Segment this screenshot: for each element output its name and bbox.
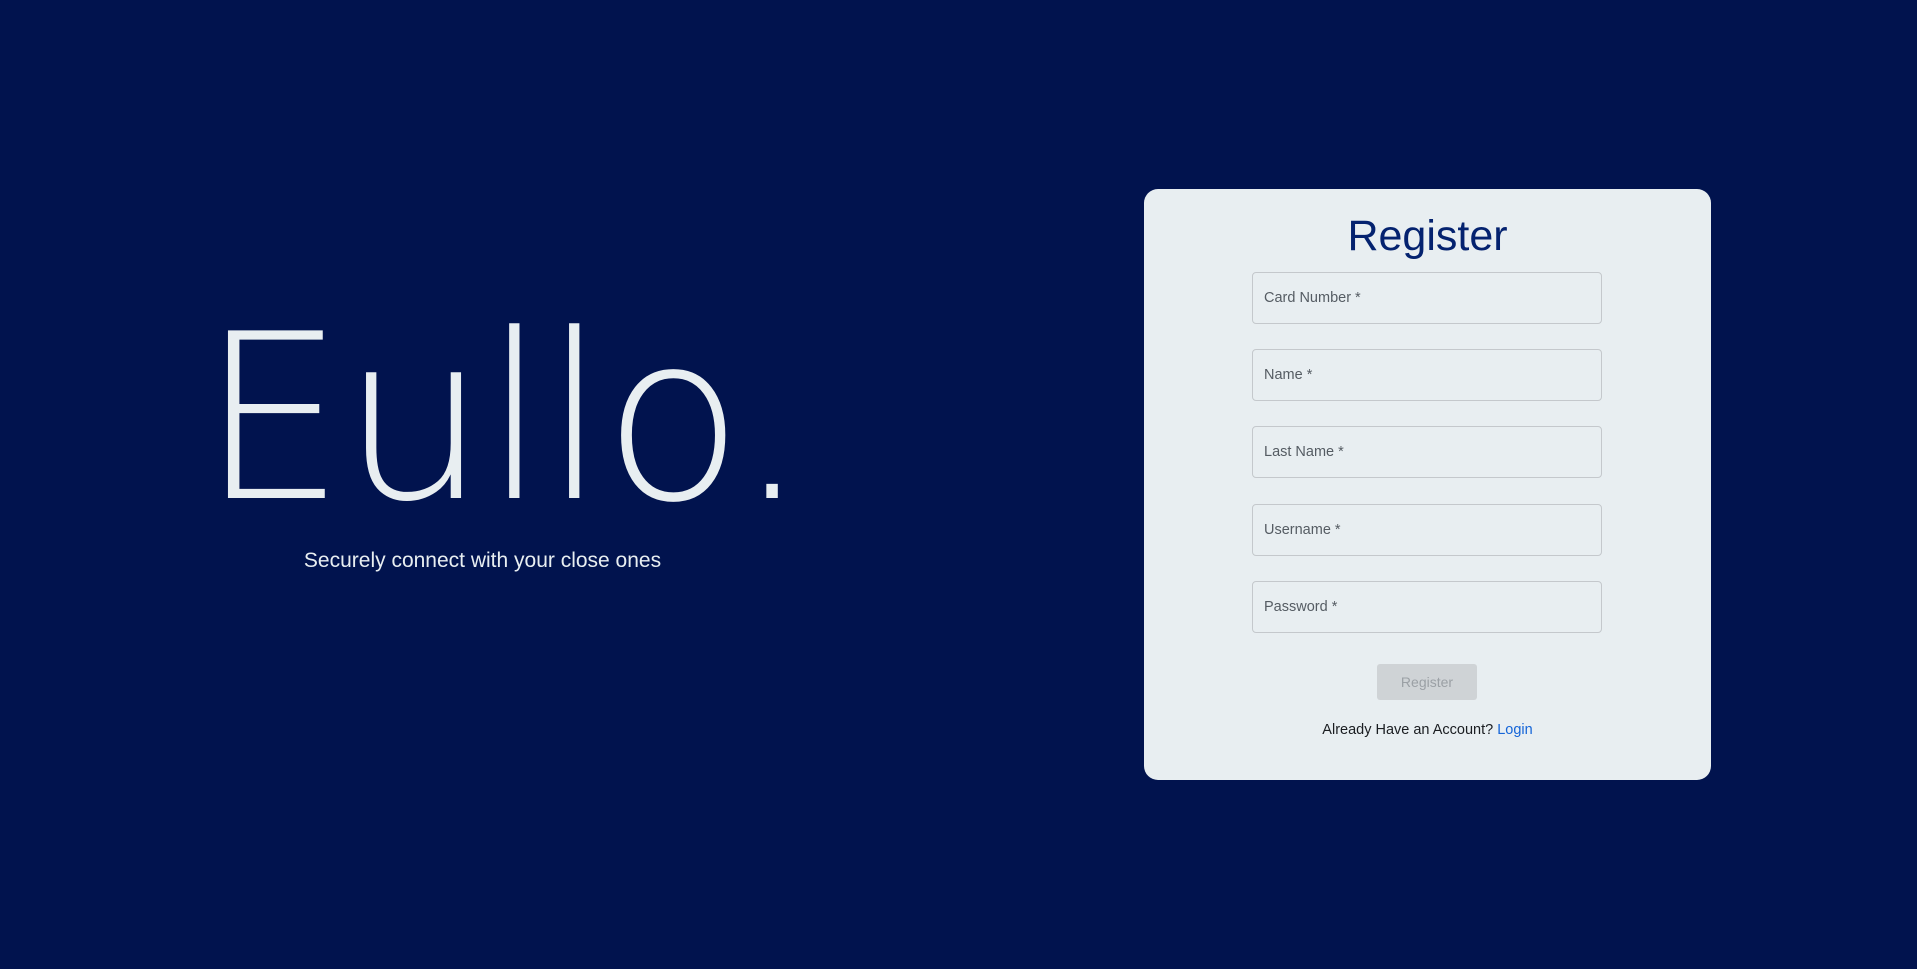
brand-logo-text: Eullo. xyxy=(200,286,809,553)
password-placeholder: Password * xyxy=(1264,599,1338,615)
login-prompt: Already Have an Account? Login xyxy=(1144,722,1711,738)
login-link[interactable]: Login xyxy=(1497,722,1532,738)
register-button[interactable]: Register xyxy=(1377,664,1477,700)
card-number-placeholder: Card Number * xyxy=(1264,290,1361,306)
register-card: Register Card Number * Name * Last Name … xyxy=(1144,189,1711,780)
password-field[interactable]: Password * xyxy=(1252,581,1602,633)
last-name-field[interactable]: Last Name * xyxy=(1252,426,1602,478)
name-field[interactable]: Name * xyxy=(1252,349,1602,401)
username-placeholder: Username * xyxy=(1264,522,1341,538)
username-field[interactable]: Username * xyxy=(1252,504,1602,556)
login-prompt-text: Already Have an Account? xyxy=(1322,722,1494,738)
register-title: Register xyxy=(1347,212,1508,260)
last-name-placeholder: Last Name * xyxy=(1264,444,1344,460)
card-number-field[interactable]: Card Number * xyxy=(1252,272,1602,324)
hero-section: Eullo. Securely connect with your close … xyxy=(200,286,809,573)
name-placeholder: Name * xyxy=(1264,367,1313,383)
